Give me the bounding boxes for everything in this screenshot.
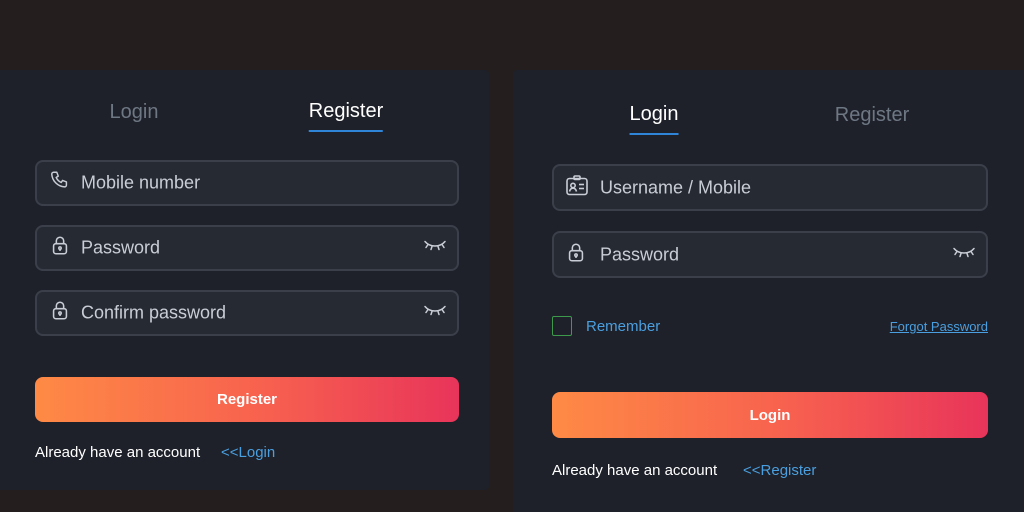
- already-have-account-text: Already have an account: [552, 462, 718, 479]
- lock-icon: [565, 241, 587, 268]
- remember-label[interactable]: Remember: [586, 318, 660, 335]
- already-have-account-text: Already have an account: [35, 444, 201, 461]
- mobile-number-placeholder: Mobile number: [81, 172, 201, 193]
- remember-checkbox[interactable]: [552, 316, 572, 336]
- id-card-icon: [565, 174, 589, 201]
- register-panel: Login Register Mobile number Password Co…: [0, 70, 489, 490]
- lock-icon: [49, 300, 71, 327]
- login-button[interactable]: Login: [552, 392, 988, 438]
- tab-login[interactable]: Login: [629, 103, 679, 135]
- active-tab-indicator: [308, 130, 384, 132]
- password-placeholder: Password: [600, 244, 680, 264]
- lock-icon: [49, 235, 71, 262]
- login-panel: Login Register Username / Mobile Passwor…: [513, 70, 1024, 512]
- mobile-number-field[interactable]: Mobile number: [35, 160, 459, 206]
- register-button[interactable]: Register: [35, 377, 459, 422]
- username-field[interactable]: Username / Mobile: [552, 164, 988, 211]
- confirm-password-field[interactable]: Confirm password: [35, 290, 459, 336]
- tab-login-label: Login: [109, 101, 159, 123]
- password-placeholder: Password: [81, 237, 161, 258]
- phone-icon: [49, 170, 71, 197]
- eye-closed-icon[interactable]: [423, 304, 447, 323]
- password-field[interactable]: Password: [35, 225, 459, 271]
- password-field[interactable]: Password: [552, 231, 988, 278]
- go-to-login-link[interactable]: <<Login: [221, 444, 275, 461]
- confirm-password-placeholder: Confirm password: [81, 302, 227, 323]
- go-to-register-link[interactable]: <<Register: [743, 462, 816, 479]
- username-placeholder: Username / Mobile: [600, 177, 752, 197]
- register-button-label: Register: [216, 391, 278, 408]
- active-tab-indicator: [629, 133, 679, 135]
- tab-login-label: Login: [629, 103, 679, 125]
- tab-register-label: Register: [308, 100, 384, 122]
- forgot-password-link[interactable]: Forgot Password: [890, 319, 988, 334]
- tab-register-label: Register: [834, 104, 910, 126]
- tab-login[interactable]: Login: [110, 101, 159, 124]
- eye-closed-icon[interactable]: [423, 239, 447, 258]
- tab-register[interactable]: Register: [835, 104, 909, 127]
- eye-closed-icon[interactable]: [952, 245, 976, 264]
- login-button-label: Login: [749, 406, 791, 424]
- tab-register[interactable]: Register: [308, 100, 384, 132]
